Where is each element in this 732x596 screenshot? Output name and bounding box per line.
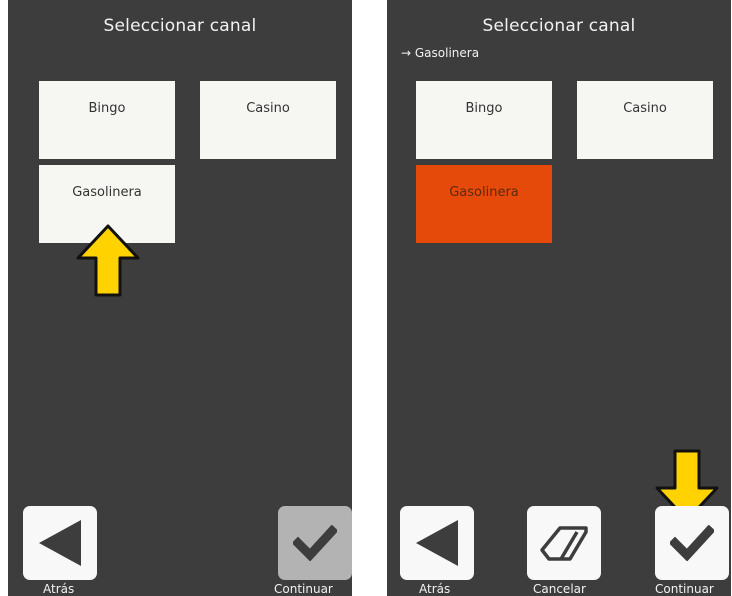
back-button[interactable] <box>23 506 97 580</box>
tile-casino[interactable]: Casino <box>577 81 713 159</box>
screen-title: Seleccionar canal <box>103 16 257 36</box>
continue-button-label: Continuar <box>274 582 333 596</box>
checkmark-icon <box>670 525 714 561</box>
back-button-label: Atrás <box>419 582 451 596</box>
channel-select-screen-after: Seleccionar canal → Gasolinera Bingo Cas… <box>387 0 731 596</box>
cancel-button[interactable] <box>527 506 601 580</box>
continue-button[interactable] <box>655 506 729 580</box>
cancel-button-label: Cancelar <box>533 582 586 596</box>
tile-bingo[interactable]: Bingo <box>416 81 552 159</box>
pointer-arrow-icon <box>76 224 140 297</box>
back-button-label: Atrás <box>43 582 75 596</box>
continue-button <box>278 506 352 580</box>
tile-casino[interactable]: Casino <box>200 81 336 159</box>
tile-bingo[interactable]: Bingo <box>39 81 175 159</box>
triangle-left-back-icon <box>39 520 81 566</box>
channel-select-screen-before: Seleccionar canal Bingo Casino Gasoliner… <box>8 0 352 596</box>
eraser-icon <box>540 526 588 561</box>
back-button[interactable] <box>400 506 474 580</box>
triangle-left-back-icon <box>416 520 458 566</box>
breadcrumb: → Gasolinera <box>401 46 480 60</box>
tile-gasolinera-selected[interactable]: Gasolinera <box>416 165 552 243</box>
continue-button-label: Continuar <box>655 582 714 596</box>
screen-title: Seleccionar canal <box>482 16 636 36</box>
checkmark-icon <box>293 525 337 561</box>
